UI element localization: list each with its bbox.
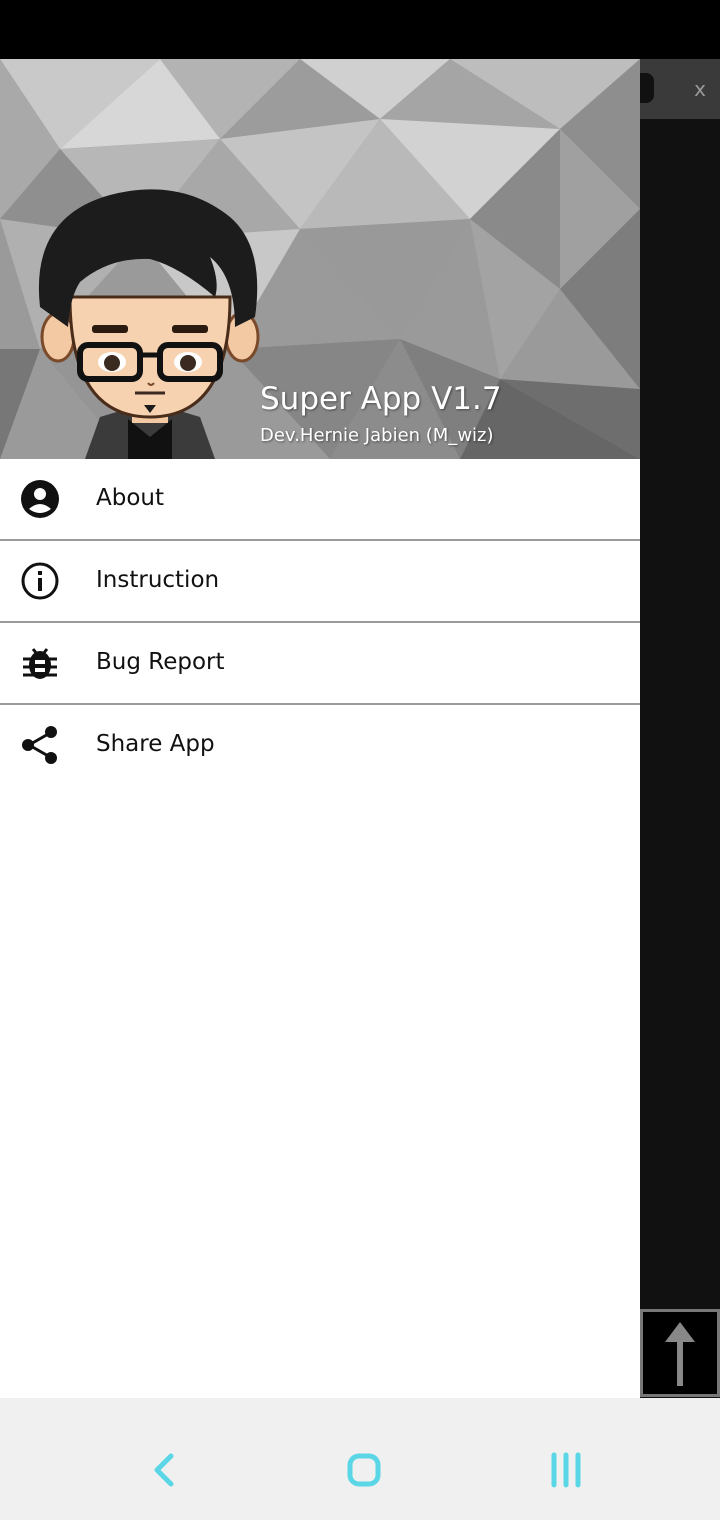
recent-apps-icon[interactable] xyxy=(536,1440,596,1500)
back-icon[interactable] xyxy=(133,1440,193,1500)
menu-item-label: Share App xyxy=(96,731,215,757)
account-circle-icon xyxy=(21,480,59,518)
background-app: x xyxy=(634,59,720,1398)
menu-item-instruction[interactable]: Instruction xyxy=(0,541,640,623)
menu-item-bug-report[interactable]: Bug Report xyxy=(0,623,640,705)
status-bar xyxy=(0,0,720,59)
drawer-header: Super App V1.7 Dev.Hernie Jabien (M_wiz) xyxy=(0,59,640,459)
app-title: Super App V1.7 xyxy=(260,381,502,417)
navigation-drawer: Super App V1.7 Dev.Hernie Jabien (M_wiz)… xyxy=(0,59,640,1398)
bug-icon xyxy=(23,648,57,679)
developer-avatar xyxy=(38,189,260,459)
menu-item-about[interactable]: About xyxy=(0,459,640,541)
arrow-up-icon xyxy=(665,1322,695,1386)
drawer-menu: About Instruction Bug Report Share App xyxy=(0,459,640,787)
home-icon[interactable] xyxy=(334,1440,394,1500)
developer-credit: Dev.Hernie Jabien (M_wiz) xyxy=(260,425,494,446)
share-icon xyxy=(22,726,57,764)
menu-item-share-app[interactable]: Share App xyxy=(0,705,640,787)
close-icon[interactable]: x xyxy=(694,77,706,101)
menu-item-label: Instruction xyxy=(96,567,220,593)
background-app-toolbar: x xyxy=(634,59,720,119)
system-navigation-bar xyxy=(0,1398,720,1520)
menu-item-label: About xyxy=(96,485,165,511)
scroll-to-top-button[interactable] xyxy=(640,1309,720,1397)
info-icon xyxy=(21,562,59,600)
menu-item-label: Bug Report xyxy=(96,649,225,675)
